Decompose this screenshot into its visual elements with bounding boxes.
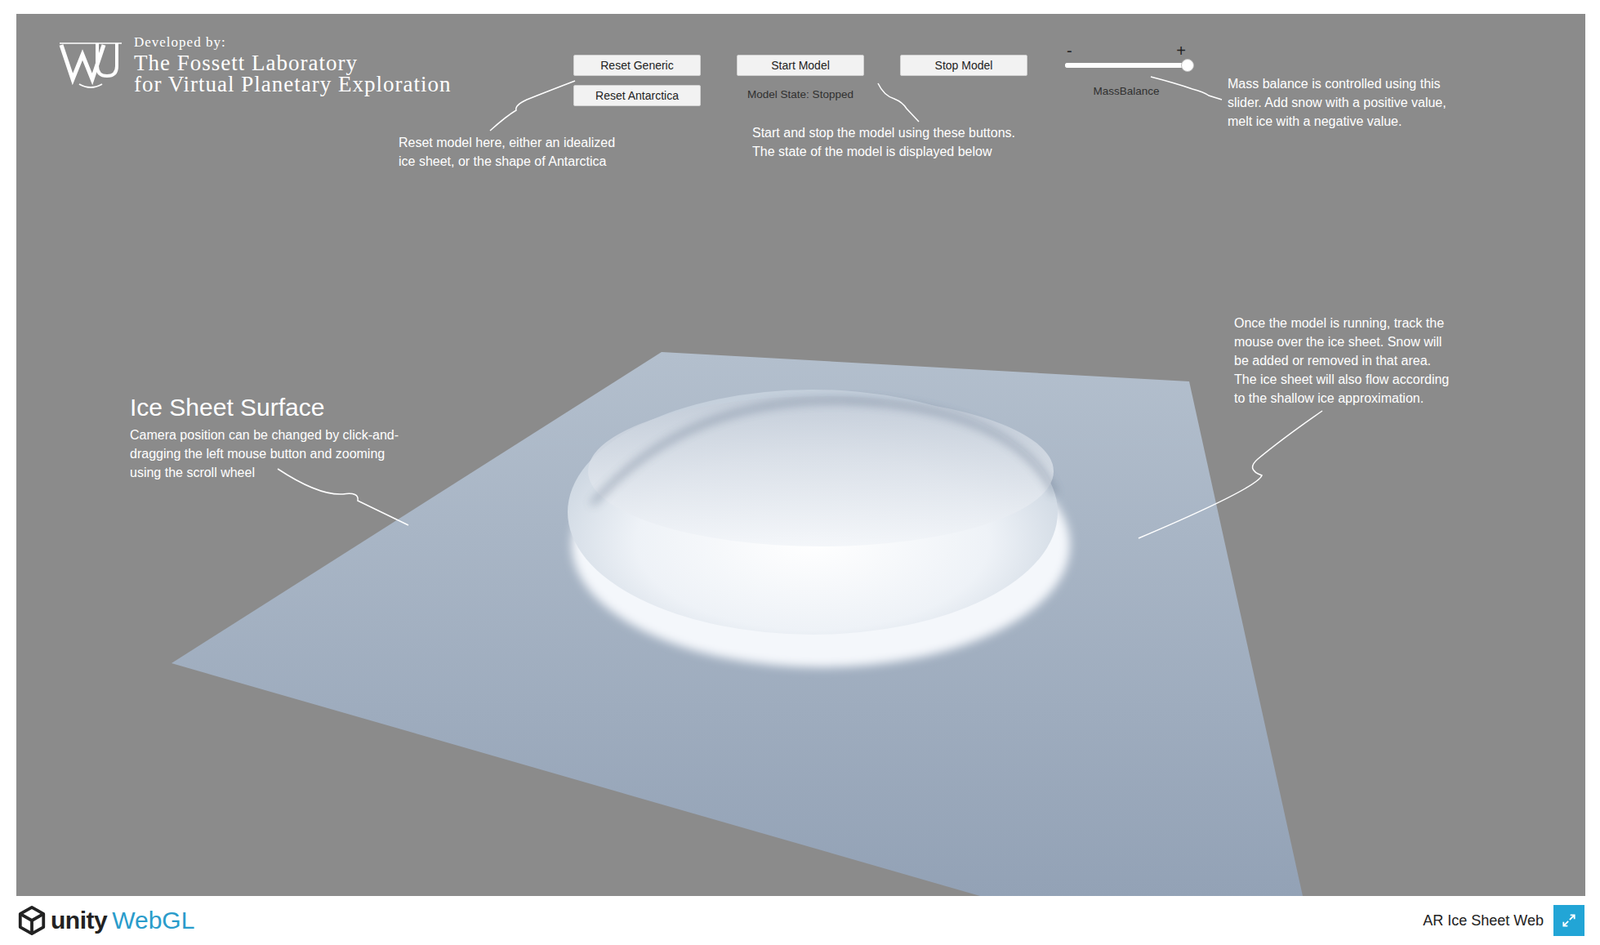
ice-dome-rim [592,400,1056,504]
model-state-label: Model State: Stopped [736,88,865,101]
reset-button[interactable]: Reset Antarctica [573,84,701,107]
lab-name-line: for Virtual Planetary Exploration [133,73,452,95]
slider-thumb[interactable] [1181,58,1195,72]
model-controls: Start Model Stop Model Model State: Stoppe… [736,54,1028,101]
game-canvas[interactable]: Developed by: The Fossett Laboratoryfor V… [16,13,1586,896]
slider-plus-label: + [1176,43,1186,58]
unity-brand: unity [50,906,107,935]
fullscreen-icon [1560,912,1578,929]
slider-track[interactable] [1065,62,1188,68]
mass-balance-note: Mass balance is controlled using thissli… [1227,74,1447,131]
reset-note: Reset model here, either an idealizedice… [398,133,616,171]
app-title: AR Ice Sheet Web [1422,912,1544,930]
webgl-footer: unityWebGL AR Ice Sheet Web [16,895,1586,945]
model-note: Start and stop the model using these but… [752,123,1016,161]
university-crest-icon [57,38,125,92]
reset-button[interactable]: Reset Generic [573,54,701,76]
ice-dome-top [588,396,1054,547]
surface-title: Ice Sheet Surface [129,391,399,424]
model-button[interactable]: Start Model [736,54,865,76]
fullscreen-button[interactable] [1553,904,1585,936]
unity-logo: unityWebGL [16,904,195,936]
lab-brand: Developed by: The Fossett Laboratoryfor V… [57,35,452,95]
developed-by-label: Developed by: [133,35,452,50]
webgl-page: Developed by: The Fossett Laboratoryfor V… [0,0,1600,945]
ice-dome [567,389,1058,635]
lab-name-line: The Fossett Laboratory [133,52,452,74]
webgl-label: WebGL [111,906,195,935]
surface-note: Ice Sheet SurfaceCamera position can be … [129,391,399,482]
unity-cube-icon [16,904,48,936]
mass-balance-slider: - + MassBalance [1065,43,1188,98]
slider-minus-label: - [1066,43,1073,58]
reset-buttons: Reset Generic Reset Antarctica [573,54,701,107]
model-button[interactable]: Stop Model [900,54,1028,76]
slider-label: MassBalance [1065,84,1188,98]
slider-fill [1065,62,1188,68]
track-note: Once the model is running, track themous… [1234,313,1449,408]
